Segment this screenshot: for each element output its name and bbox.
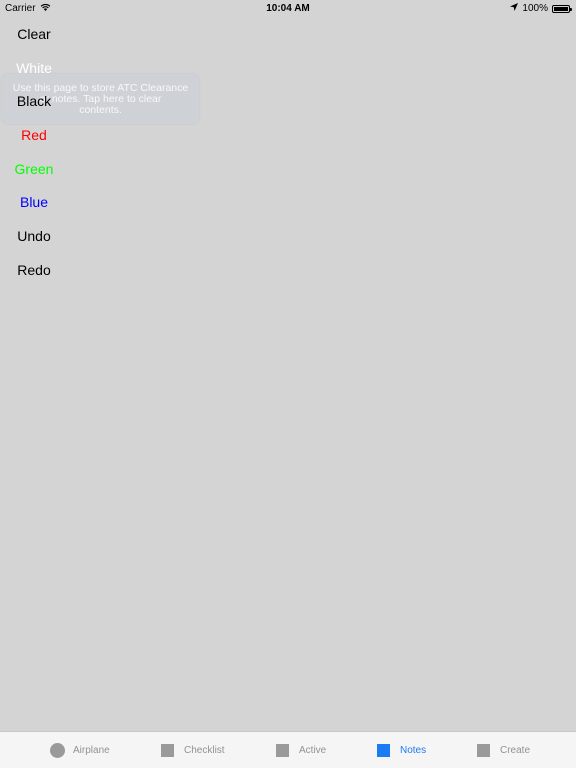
status-time: 10:04 AM bbox=[266, 3, 310, 14]
menu-item-label: Undo bbox=[17, 227, 51, 244]
menu-item-label: Black bbox=[16, 93, 52, 110]
menu-item-label: Red bbox=[21, 126, 47, 143]
circle-icon bbox=[50, 742, 65, 758]
redo-button[interactable]: Redo bbox=[0, 253, 68, 287]
red-color-button[interactable]: Red bbox=[0, 118, 68, 152]
tab-label: Airplane bbox=[73, 744, 110, 756]
undo-button[interactable]: Undo bbox=[0, 219, 68, 253]
menu-item-label: Redo bbox=[17, 261, 51, 278]
tab-active[interactable]: Active bbox=[276, 732, 326, 768]
clear-button[interactable]: Clear bbox=[0, 17, 68, 51]
square-icon bbox=[276, 743, 289, 757]
tab-label: Create bbox=[500, 744, 531, 756]
battery-percent: 100% bbox=[522, 3, 548, 14]
status-right: 100% bbox=[510, 3, 572, 14]
white-color-button[interactable]: White bbox=[0, 51, 68, 85]
menu-item-label: White bbox=[16, 59, 52, 76]
drawing-menu: Clear White Black Red Green Blue Undo Re… bbox=[0, 17, 68, 287]
tab-checklist[interactable]: Checklist bbox=[161, 732, 225, 768]
black-color-button[interactable]: Black bbox=[0, 84, 68, 118]
tab-label: Checklist bbox=[184, 744, 225, 756]
tab-airplane[interactable]: Airplane bbox=[50, 732, 110, 768]
menu-item-label: Green bbox=[14, 160, 54, 177]
menu-item-label: Clear bbox=[17, 25, 51, 42]
green-color-button[interactable]: Green bbox=[0, 152, 68, 186]
menu-item-label: Blue bbox=[19, 194, 49, 211]
battery-icon bbox=[552, 4, 572, 13]
tab-create[interactable]: Create bbox=[477, 732, 530, 768]
tab-notes[interactable]: Notes bbox=[377, 732, 426, 768]
tab-label: Notes bbox=[400, 744, 427, 756]
square-icon bbox=[161, 743, 174, 757]
status-bar: Carrier 10:04 AM 100% bbox=[0, 0, 576, 18]
square-icon bbox=[377, 743, 390, 757]
location-arrow-icon bbox=[510, 3, 519, 14]
tab-bar: Airplane Checklist Active Notes Create bbox=[0, 731, 576, 768]
tab-label: Active bbox=[299, 744, 327, 756]
blue-color-button[interactable]: Blue bbox=[0, 185, 68, 219]
square-icon bbox=[477, 743, 490, 757]
